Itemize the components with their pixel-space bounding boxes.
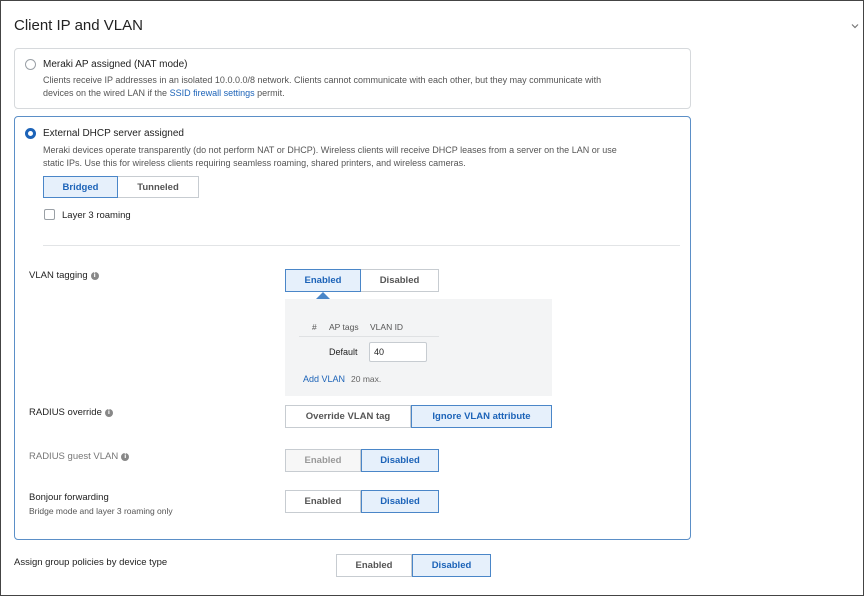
nat-mode-label: Meraki AP assigned (NAT mode) [43, 59, 188, 70]
bonjour-enabled-button[interactable]: Enabled [285, 490, 361, 513]
external-dhcp-label: External DHCP server assigned [43, 128, 184, 139]
layer3-roaming-checkbox[interactable] [44, 209, 55, 220]
radius-override-label: RADIUS override i [29, 407, 113, 418]
radius-guest-vlan-text: RADIUS guest VLAN [29, 451, 119, 462]
col-number: # [312, 322, 317, 332]
ssid-firewall-settings-link[interactable]: SSID firewall settings [170, 88, 255, 98]
vlan-tagging-label: VLAN tagging i [29, 270, 99, 281]
bridge-mode-toggle: Bridged Tunneled [43, 176, 199, 198]
radius-guest-vlan-label: RADIUS guest VLAN i [29, 451, 130, 462]
info-icon[interactable]: i [121, 453, 130, 461]
layer3-roaming-label: Layer 3 roaming [62, 210, 131, 221]
nat-desc-line2: devices on the wired LAN if the SSID fir… [43, 87, 683, 100]
group-policies-label: Assign group policies by device type [14, 557, 168, 568]
vlan-tagging-disabled-button[interactable]: Disabled [361, 269, 439, 292]
bonjour-forwarding-label: Bonjour forwarding [29, 492, 109, 503]
col-vlan-id: VLAN ID [370, 322, 404, 332]
radius-override-toggle: Override VLAN tag Ignore VLAN attribute [285, 405, 552, 428]
vlan-caret [316, 292, 330, 299]
tunneled-button[interactable]: Tunneled [118, 176, 199, 198]
bonjour-toggle: Enabled Disabled [285, 490, 439, 513]
bonjour-forwarding-sublabel: Bridge mode and layer 3 roaming only [29, 506, 173, 516]
vlan-table-panel: # AP tags VLAN ID Default 40 Add VLAN 20 … [285, 299, 552, 396]
external-dhcp-description: Meraki devices operate transparently (do… [43, 144, 683, 170]
bonjour-disabled-button[interactable]: Disabled [361, 490, 439, 513]
vlan-tagging-text: VLAN tagging [29, 270, 88, 281]
dhcp-desc-line2: static IPs. Use this for wireless client… [43, 158, 466, 168]
info-icon[interactable]: i [104, 409, 113, 417]
nat-desc-line1: Clients receive IP addresses in an isola… [43, 75, 602, 85]
section-title: Client IP and VLAN [14, 17, 143, 34]
radius-guest-disabled-button[interactable]: Disabled [361, 449, 439, 472]
group-policies-toggle: Enabled Disabled [336, 554, 491, 577]
default-row-label: Default [329, 347, 358, 357]
radius-guest-vlan-toggle: Enabled Disabled [285, 449, 439, 472]
nat-desc-post: permit. [254, 88, 285, 98]
vlan-tagging-enabled-button[interactable]: Enabled [285, 269, 361, 292]
add-vlan-link[interactable]: Add VLAN [303, 374, 345, 384]
radius-guest-enabled-button[interactable]: Enabled [285, 449, 361, 472]
group-policies-disabled-button[interactable]: Disabled [412, 554, 491, 577]
chevron-down-icon[interactable] [851, 22, 859, 30]
group-policies-enabled-button[interactable]: Enabled [336, 554, 412, 577]
dhcp-desc-line1: Meraki devices operate transparently (do… [43, 145, 617, 155]
nat-mode-description: Clients receive IP addresses in an isola… [43, 74, 683, 100]
nat-mode-radio[interactable] [25, 59, 36, 70]
override-vlan-tag-button[interactable]: Override VLAN tag [285, 405, 411, 428]
bridged-button[interactable]: Bridged [43, 176, 118, 198]
external-dhcp-radio[interactable] [25, 128, 36, 139]
section-divider [43, 245, 680, 246]
col-ap-tags: AP tags [329, 322, 359, 332]
radius-override-text: RADIUS override [29, 407, 102, 418]
vlan-id-input[interactable]: 40 [369, 342, 427, 362]
ignore-vlan-attribute-button[interactable]: Ignore VLAN attribute [411, 405, 552, 428]
table-header-divider [299, 336, 439, 337]
nat-mode-option[interactable]: Meraki AP assigned (NAT mode) Clients re… [14, 48, 691, 109]
vlan-add-row: Add VLAN 20 max. [303, 374, 381, 384]
vlan-tagging-toggle: Enabled Disabled [285, 269, 439, 292]
nat-desc-pre: devices on the wired LAN if the [43, 88, 170, 98]
info-icon[interactable]: i [90, 272, 99, 280]
vlan-max-note: 20 max. [351, 374, 382, 384]
